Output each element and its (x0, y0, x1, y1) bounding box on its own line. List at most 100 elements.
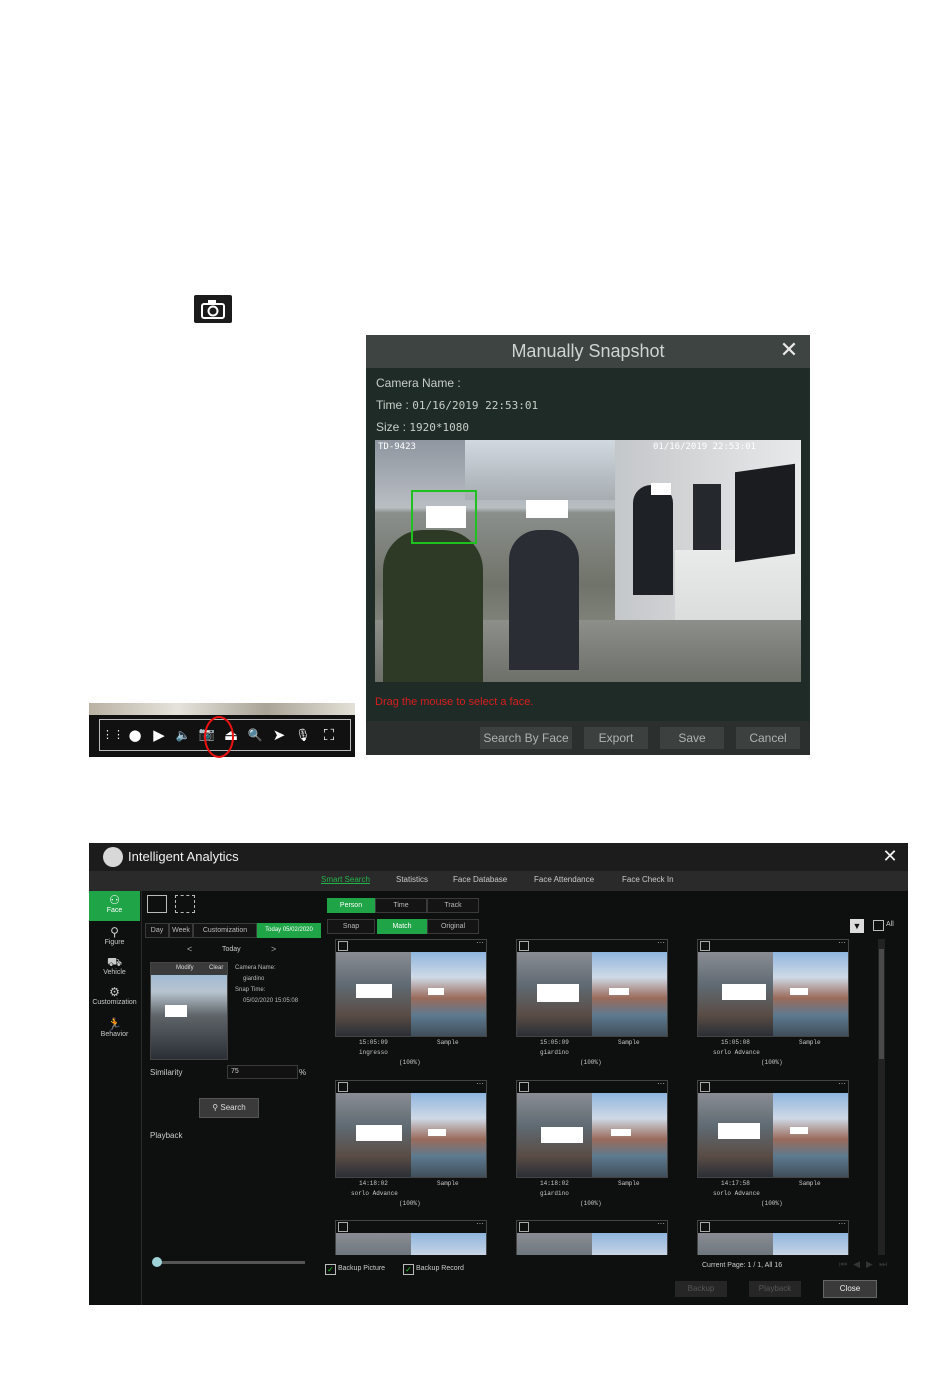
search-by-face-button[interactable]: Search By Face (480, 727, 572, 749)
period-today[interactable]: Today 05/02/2020 (257, 923, 321, 938)
more-icon[interactable]: ··· (476, 939, 484, 947)
result-checkbox[interactable] (519, 1222, 529, 1232)
close-icon[interactable]: ✕ (778, 338, 800, 364)
prev-day-chevron-icon[interactable]: < (187, 944, 192, 954)
highlight-circle (204, 716, 234, 758)
more-icon[interactable]: ··· (838, 1219, 846, 1228)
window-titlebar: Intelligent Analytics ✕ (89, 843, 908, 871)
playback-slider-track[interactable] (155, 1261, 305, 1264)
next-day-chevron-icon[interactable]: > (271, 944, 276, 954)
camera-icon[interactable] (194, 295, 232, 323)
vehicle-icon: ⛟ (106, 955, 123, 969)
clear-button[interactable]: Clear (209, 965, 223, 971)
result-card[interactable]: ··· (697, 939, 849, 1037)
view-snap[interactable]: Snap (327, 919, 375, 934)
tab-face-database[interactable]: Face Database (453, 875, 507, 884)
result-checkbox[interactable] (338, 941, 348, 951)
sidebar-item-vehicle[interactable]: ⛟ Vehicle (89, 953, 140, 983)
playback-button[interactable]: Playback (749, 1281, 801, 1297)
sidebar-item-face[interactable]: ⚇ Face (89, 891, 140, 921)
scrollbar-thumb[interactable] (879, 949, 884, 1059)
view-original[interactable]: Original (427, 919, 479, 934)
sidebar-item-customization[interactable]: ⚙ Customization (89, 983, 140, 1013)
search-button[interactable]: ⚲ Search (199, 1098, 259, 1118)
list-view-icon[interactable] (147, 895, 167, 913)
results-scrollbar[interactable] (878, 939, 885, 1255)
view-match[interactable]: Match (377, 919, 427, 934)
result-card[interactable]: ··· (335, 939, 487, 1037)
more-icon[interactable]: ··· (838, 939, 846, 947)
result-checkbox[interactable] (338, 1082, 348, 1092)
more-icon[interactable]: ··· (476, 1079, 484, 1088)
filter-icon[interactable]: ▼ (850, 919, 864, 933)
mode-person[interactable]: Person (327, 898, 375, 913)
backup-picture-checkbox[interactable]: ✓ (325, 1264, 336, 1275)
face-frame-icon[interactable]: ⛶ (320, 726, 338, 744)
backup-record-checkbox[interactable]: ✓ (403, 1264, 414, 1275)
tab-statistics[interactable]: Statistics (396, 875, 428, 884)
modify-button[interactable]: Modify (176, 965, 194, 971)
result-card[interactable]: ··· (335, 1079, 487, 1178)
result-checkbox[interactable] (519, 1082, 529, 1092)
live-toolbar: ⋮⋮ ● ▶ 🔈 📷 ⏏ 🔍 ➤ 🎙 ⛶ (89, 715, 355, 758)
play-icon[interactable]: ▶ (150, 726, 168, 744)
similarity-input[interactable]: 75 (227, 1065, 298, 1079)
result-card[interactable]: ··· (697, 1219, 849, 1255)
more-icon[interactable]: ··· (476, 1219, 484, 1228)
main-tabs: Smart Search Statistics Face Database Fa… (89, 871, 908, 891)
backup-button[interactable]: Backup (675, 1281, 727, 1297)
mode-track[interactable]: Track (427, 898, 479, 913)
result-card[interactable]: ··· (335, 1219, 487, 1255)
cancel-button[interactable]: Cancel (736, 727, 800, 749)
select-all-checkbox[interactable] (873, 920, 884, 931)
result-checkbox[interactable] (700, 941, 710, 951)
mute-icon[interactable]: 🔈 (174, 726, 192, 744)
snapshot-image[interactable]: TD-9423 01/16/2019 22:53:01 (375, 440, 801, 682)
drag-handle-icon[interactable]: ⋮⋮ (102, 726, 124, 744)
time-value: 01/16/2019 22:53:01 (412, 399, 539, 412)
close-button[interactable]: Close (823, 1280, 877, 1298)
result-card[interactable]: ··· (516, 1079, 668, 1178)
dialog-title: Manually Snapshot (366, 335, 810, 368)
sidebar-item-behavior[interactable]: 🏃 Behavior (89, 1015, 140, 1045)
period-week[interactable]: Week (169, 923, 193, 938)
similarity-unit: % (299, 1068, 307, 1077)
period-day[interactable]: Day (145, 923, 169, 938)
reference-face-image: Modify Clear (150, 962, 228, 1060)
face-redaction (165, 1005, 187, 1017)
result-checkbox[interactable] (338, 1222, 348, 1232)
result-checkbox[interactable] (700, 1222, 710, 1232)
zoom-icon[interactable]: 🔍 (246, 726, 264, 744)
playback-slider-handle[interactable] (152, 1257, 162, 1267)
more-icon[interactable]: ··· (657, 1079, 665, 1088)
period-customization[interactable]: Customization (193, 923, 257, 938)
backup-record-label: Backup Record (416, 1265, 464, 1272)
video-strip (89, 703, 355, 715)
save-button[interactable]: Save (660, 727, 724, 749)
tab-face-attendance[interactable]: Face Attendance (534, 875, 594, 884)
backup-picture-label: Backup Picture (338, 1265, 386, 1272)
export-button[interactable]: Export (584, 727, 648, 749)
camera-name-value: giardino (243, 976, 265, 982)
close-icon[interactable]: ✕ (880, 846, 900, 868)
playback-label: Playback (150, 1131, 183, 1140)
sidebar-item-figure[interactable]: ⚲ Figure (89, 923, 140, 953)
result-card[interactable]: ··· (516, 939, 668, 1037)
tab-face-check-in[interactable]: Face Check In (622, 875, 674, 884)
more-icon[interactable]: ··· (657, 939, 665, 947)
result-checkbox[interactable] (519, 941, 529, 951)
record-icon[interactable]: ● (126, 726, 144, 744)
sidebar: ⚇ Face ⚲ Figure ⛟ Vehicle ⚙ Customization 🏃 B… (89, 891, 142, 1305)
talk-icon[interactable]: 🎙 (294, 726, 312, 744)
tab-smart-search[interactable]: Smart Search (321, 875, 370, 884)
manual-snapshot-dialog: Manually Snapshot ✕ Camera Name : Time :… (366, 335, 810, 755)
result-checkbox[interactable] (700, 1082, 710, 1092)
result-card[interactable]: ··· (516, 1219, 668, 1255)
mode-time[interactable]: Time (375, 898, 427, 913)
more-icon[interactable]: ··· (657, 1219, 665, 1228)
pagination-icons[interactable]: ⏮◀▶⏭ (839, 1260, 893, 1270)
ptz-icon[interactable]: ➤ (270, 726, 288, 744)
result-card[interactable]: ··· (697, 1079, 849, 1178)
face-capture-icon[interactable] (175, 895, 195, 913)
more-icon[interactable]: ··· (838, 1079, 846, 1088)
